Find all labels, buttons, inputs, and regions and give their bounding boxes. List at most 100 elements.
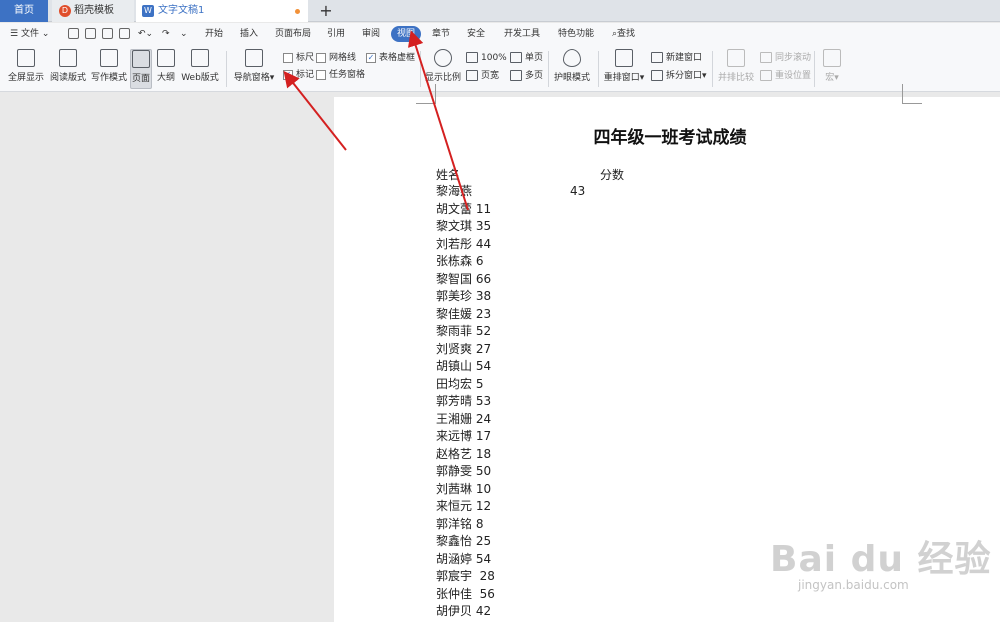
- zoom-100-icon: [466, 52, 478, 63]
- marks-checkbox[interactable]: ✓ 标记: [283, 69, 314, 81]
- menu-page-layout[interactable]: 页面布局: [275, 26, 311, 42]
- single-page-label: 单页: [525, 53, 544, 63]
- fullscreen-icon: [17, 49, 35, 67]
- gridlines-checkbox[interactable]: 网格线: [316, 52, 356, 64]
- new-window-label: 新建窗口: [666, 53, 703, 63]
- new-tab-button[interactable]: +: [316, 0, 336, 22]
- macro-button[interactable]: 宏▾: [820, 49, 844, 83]
- search-button[interactable]: ⌕查找: [612, 26, 635, 42]
- menu-security[interactable]: 安全: [467, 26, 485, 42]
- ribbon-divider: [814, 51, 815, 87]
- rearrange-window-icon: [615, 49, 633, 67]
- gridlines-label: 网格线: [329, 53, 357, 63]
- reset-position-icon: [760, 70, 772, 81]
- customize-toolbar-icon[interactable]: ⌄: [180, 26, 188, 42]
- menu-developer[interactable]: 开发工具: [504, 26, 540, 42]
- pen-icon: [100, 49, 118, 67]
- hamburger-icon: ☰: [10, 29, 21, 39]
- tab-home[interactable]: 首页: [0, 0, 48, 22]
- print-preview-icon[interactable]: [119, 28, 130, 39]
- list-item: 胡涵婷 54: [436, 551, 492, 566]
- page-view-button[interactable]: 页面: [130, 49, 152, 89]
- list-item: 刘贤爽 27: [436, 341, 492, 356]
- web-layout-button[interactable]: Web版式: [181, 49, 219, 83]
- menu-view[interactable]: 视图: [391, 26, 422, 42]
- page-width-button[interactable]: 页宽: [466, 69, 499, 83]
- read-mode-button[interactable]: 阅读版式: [50, 49, 86, 83]
- chevron-down-icon: ▾: [269, 73, 275, 83]
- rearrange-window-button[interactable]: 重排窗口▾: [602, 49, 646, 83]
- list-item: 郭洋铭 8: [436, 516, 484, 531]
- checkbox-unchecked-icon: [283, 53, 293, 63]
- checkbox-unchecked-icon: [316, 53, 326, 63]
- search-label: 查找: [617, 29, 636, 39]
- menu-section[interactable]: 章节: [432, 26, 450, 42]
- zoom-button[interactable]: 显示比例: [424, 49, 462, 83]
- tab-bar: 首页 D 稻壳模板 W 文字文稿1 +: [0, 0, 1000, 22]
- book-icon: [59, 49, 77, 67]
- single-page-icon: [510, 52, 522, 63]
- list-item: 郭宸宇 28: [436, 569, 495, 583]
- list-item: 黎佳媛 23: [436, 306, 492, 321]
- ruler-checkbox[interactable]: 标尺: [283, 52, 314, 64]
- multi-page-button[interactable]: 多页: [510, 69, 543, 83]
- reset-position-button[interactable]: 重设位置: [760, 69, 811, 83]
- table-gridlines-label: 表格虚框: [379, 53, 416, 63]
- eye-icon: [563, 49, 581, 67]
- writer-logo-icon: W: [142, 5, 154, 17]
- single-page-button[interactable]: 单页: [510, 51, 543, 65]
- print-icon[interactable]: [102, 28, 113, 39]
- tab-document-label: 文字文稿1: [158, 5, 205, 16]
- undo-button[interactable]: ↶⌄: [138, 26, 153, 42]
- sync-scroll-button[interactable]: 同步滚动: [760, 51, 811, 65]
- nav-pane-button[interactable]: 导航窗格▾: [232, 49, 276, 83]
- list-item: 张仲佳 56: [436, 586, 495, 601]
- list-item: 田均宏 5: [436, 376, 484, 391]
- outline-button[interactable]: 大纲: [155, 49, 177, 83]
- zoom-label: 显示比例: [424, 73, 461, 83]
- split-window-label: 拆分窗口: [666, 71, 703, 81]
- redo-button[interactable]: ↷: [162, 26, 170, 42]
- save-icon[interactable]: [68, 28, 79, 39]
- list-item: 黎智国 66: [436, 271, 492, 286]
- split-window-button[interactable]: 拆分窗口▾: [651, 69, 707, 83]
- side-by-side-button[interactable]: 并排比较: [716, 49, 756, 83]
- task-pane-checkbox[interactable]: 任务窗格: [316, 69, 365, 81]
- list-item: 胡文蕾 11: [436, 201, 492, 216]
- write-mode-button[interactable]: 写作模式: [90, 49, 128, 83]
- zoom-100-button[interactable]: 100%: [466, 51, 507, 65]
- new-window-button[interactable]: 新建窗口: [651, 51, 702, 65]
- ribbon-divider: [548, 51, 549, 87]
- page-view-label: 页面: [131, 74, 150, 84]
- macro-icon: [823, 49, 841, 67]
- eye-mode-label: 护眼模式: [553, 73, 590, 83]
- fullscreen-button[interactable]: 全屏显示: [6, 49, 46, 83]
- page-icon: [132, 50, 150, 68]
- margin-corner-mark: [416, 84, 436, 104]
- list-item: 郭美珍 38: [436, 289, 492, 303]
- split-window-icon: [651, 70, 663, 81]
- baidu-watermark-url: jingyan.baidu.com: [798, 578, 909, 592]
- export-pdf-icon[interactable]: [85, 28, 96, 39]
- list-item: 黎海燕: [436, 184, 473, 198]
- score-list: 黎海燕 胡文蕾 11 黎文琪 35 刘若彤 44 张栋森 6 黎智国 66 郭美…: [436, 183, 495, 621]
- file-menu[interactable]: ☰ 文件 ⌄: [10, 26, 49, 42]
- table-gridlines-checkbox[interactable]: ✓ 表格虚框: [366, 52, 415, 64]
- task-pane-label: 任务窗格: [329, 70, 366, 80]
- tab-template[interactable]: D 稻壳模板: [52, 0, 134, 22]
- tab-document[interactable]: W 文字文稿1: [136, 0, 308, 22]
- list-item: 王湘姗 24: [436, 411, 492, 426]
- ruler-label: 标尺: [296, 53, 315, 63]
- eye-mode-button[interactable]: 护眼模式: [552, 49, 592, 83]
- menu-insert[interactable]: 插入: [240, 26, 258, 42]
- menu-reference[interactable]: 引用: [327, 26, 345, 42]
- ribbon-divider: [712, 51, 713, 87]
- menu-start[interactable]: 开始: [205, 26, 223, 42]
- nav-pane-label: 导航窗格: [233, 73, 270, 83]
- menu-special[interactable]: 特色功能: [558, 26, 594, 42]
- zoom-icon: [434, 49, 452, 67]
- list-item: 黎鑫怡 25: [436, 534, 492, 548]
- list-item: 黎文琪 35: [436, 219, 492, 233]
- list-item: 胡伊贝 42: [436, 604, 492, 618]
- menu-review[interactable]: 审阅: [362, 26, 380, 42]
